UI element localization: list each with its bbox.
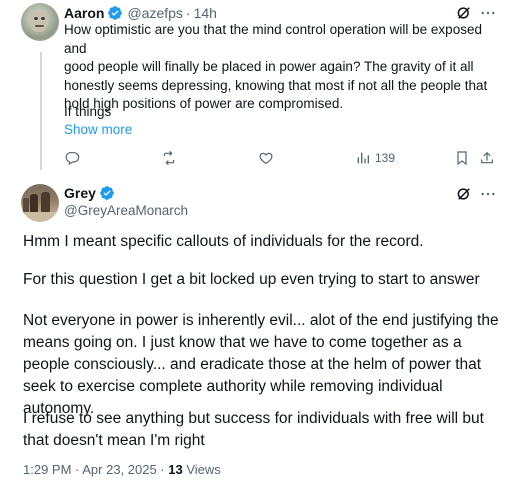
views-button[interactable]: 139 — [355, 149, 395, 167]
verified-badge-icon[interactable] — [99, 185, 115, 201]
author-name[interactable]: Grey — [64, 185, 96, 201]
more-icon[interactable] — [479, 4, 497, 22]
views-label: Views — [182, 462, 221, 477]
views-icon — [357, 152, 369, 164]
text-line: How optimistic are you that the mind con… — [64, 22, 482, 56]
share-icon — [481, 151, 493, 164]
more-icon[interactable] — [479, 185, 497, 203]
text-line: honestly seems depressing, knowing that … — [64, 77, 488, 93]
tweet-meta: 1:29 PM · Apr 23, 2025 · 13 Views — [23, 462, 221, 477]
text-line: If things — [64, 104, 112, 119]
action-bar: 139 — [64, 147, 494, 169]
views-count: 139 — [375, 151, 396, 165]
parent-tweet-text: How optimistic are you that the mind con… — [64, 21, 504, 114]
like-button[interactable] — [258, 149, 274, 167]
tweet-paragraph: Hmm I meant specific callouts of individ… — [23, 233, 424, 250]
tweet-time[interactable]: 14h — [194, 5, 217, 21]
separator-dot: · — [185, 5, 191, 21]
share-button[interactable] — [479, 149, 495, 167]
parent-tweet[interactable]: Aaron @azefps · 14h How optimistic are y… — [0, 0, 510, 176]
tweet-paragraph: I refuse to see anything but success for… — [23, 410, 484, 449]
author-handle[interactable]: @GreyAreaMonarch — [64, 203, 188, 218]
author-handle[interactable]: @azefps — [127, 5, 182, 21]
verified-badge-icon[interactable] — [107, 5, 123, 21]
bookmark-icon — [457, 151, 467, 166]
grok-icon[interactable] — [455, 4, 473, 22]
views-count: 13 — [168, 462, 183, 477]
reply-button[interactable] — [64, 149, 80, 167]
tweet-paragraph: Not everyone in power is inherently evil… — [23, 312, 499, 417]
like-icon — [259, 152, 273, 165]
show-more-link[interactable]: Show more — [64, 122, 132, 137]
main-tweet-author: Grey — [64, 185, 115, 201]
tweet-timestamp[interactable]: 1:29 PM · Apr 23, 2025 · — [23, 462, 168, 477]
text-line: good people will finally be placed in po… — [64, 59, 474, 74]
avatar[interactable] — [21, 184, 59, 222]
text-line: hold high positions of power are comprom… — [64, 96, 344, 111]
author-name[interactable]: Aaron — [64, 5, 104, 21]
bookmark-button[interactable] — [454, 149, 470, 167]
retweet-button[interactable] — [161, 149, 177, 167]
retweet-icon — [163, 150, 175, 166]
main-tweet: Grey @GreyAreaMonarch Hmm I meant specif… — [0, 176, 510, 492]
parent-tweet-header: Aaron @azefps · 14h — [64, 4, 217, 22]
reply-icon — [65, 152, 80, 166]
avatar[interactable] — [21, 3, 59, 41]
tweet-paragraph: For this question I get a bit locked up … — [23, 271, 480, 288]
grok-icon[interactable] — [455, 185, 473, 203]
